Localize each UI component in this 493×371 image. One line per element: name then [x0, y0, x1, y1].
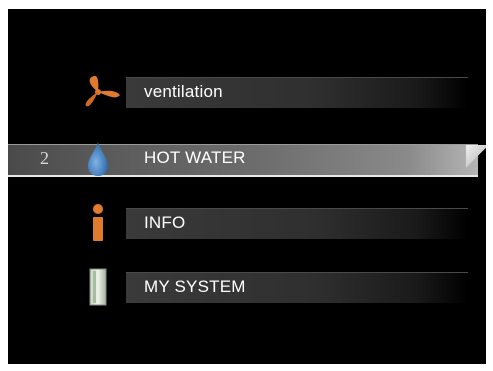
water-drop-icon [76, 138, 126, 178]
menu-item-label: ventilation [144, 82, 223, 101]
fan-icon [76, 72, 126, 112]
menu-item-ventilation[interactable]: ventilation [8, 72, 486, 112]
menu-item-my-system[interactable]: MY SYSTEM [8, 267, 486, 307]
system-panel-icon [76, 267, 126, 307]
menu-item-label: MY SYSTEM [144, 277, 246, 296]
menu-item-label: HOT WATER [144, 148, 246, 167]
menu-item-label: INFO [144, 213, 186, 232]
menu-screen: ventilation 2 HOT WATER INFO MY SYSTEM [8, 9, 486, 364]
menu-item-info[interactable]: INFO [8, 203, 486, 243]
menu-item-number: 2 [40, 148, 49, 168]
menu-item-hot-water[interactable]: 2 HOT WATER [8, 138, 486, 178]
info-icon [76, 203, 126, 243]
